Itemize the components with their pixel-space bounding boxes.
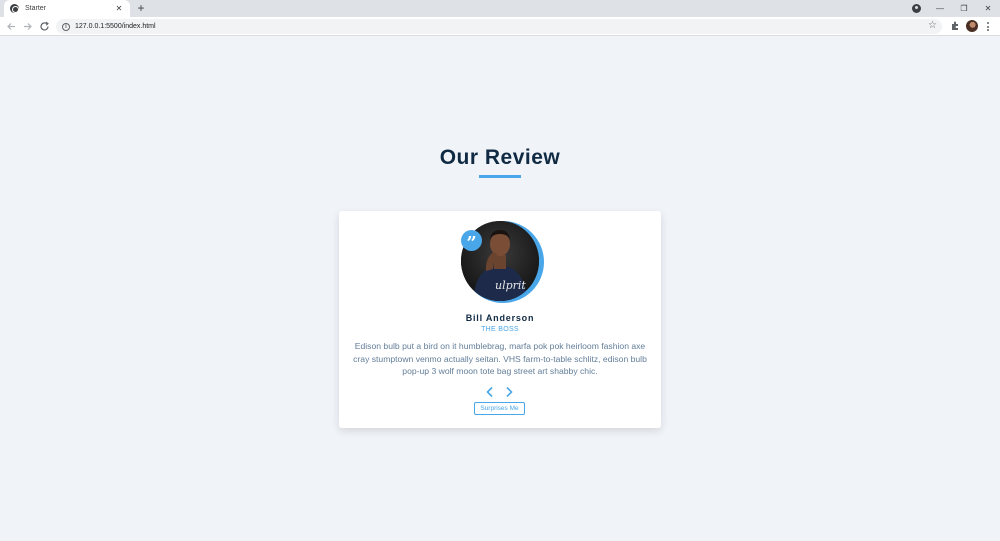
- title-underline: [479, 175, 521, 178]
- section-title: Our Review: [439, 146, 561, 169]
- window-close-button[interactable]: ✕: [976, 0, 1000, 17]
- reload-icon: [40, 21, 49, 31]
- profile-icon[interactable]: [912, 4, 921, 13]
- next-button[interactable]: [504, 385, 514, 398]
- restore-button[interactable]: ❐: [952, 0, 976, 17]
- author-name: Bill Anderson: [465, 313, 535, 323]
- url-text: 127.0.0.1:5500/index.html: [75, 23, 156, 30]
- chevron-right-icon: [506, 386, 513, 398]
- surprise-me-button[interactable]: Surprises Me: [474, 402, 525, 415]
- browser-tabstrip: Starter ✕ + — ❐ ✕: [0, 0, 1000, 17]
- review-card: ulprit ” Bill Anderson THE BOSS Edison b…: [339, 211, 661, 428]
- page-content: Our Review ulprit ” Bill Anderson THE BO…: [0, 36, 1000, 541]
- globe-icon: [10, 4, 19, 13]
- browser-toolbar: i 127.0.0.1:5500/index.html ☆: [0, 17, 1000, 36]
- minimize-button[interactable]: —: [928, 0, 952, 17]
- new-tab-button[interactable]: +: [135, 2, 147, 14]
- profile-avatar[interactable]: [966, 20, 978, 32]
- chevron-left-icon: [486, 386, 493, 398]
- forward-button[interactable]: [21, 20, 34, 33]
- author-job: THE BOSS: [481, 326, 519, 333]
- back-button[interactable]: [5, 20, 18, 33]
- address-bar[interactable]: i 127.0.0.1:5500/index.html ☆: [56, 19, 942, 34]
- browser-menu-icon[interactable]: [985, 20, 991, 33]
- tab-title: Starter: [25, 5, 47, 12]
- review-text: Edison bulb put a bird on it humblebrag,…: [353, 341, 647, 376]
- shirt-text: ulprit: [495, 279, 526, 292]
- browser-tab[interactable]: Starter ✕: [4, 0, 130, 17]
- site-info-icon[interactable]: i: [62, 22, 70, 31]
- prev-button[interactable]: [485, 385, 495, 398]
- tab-close-icon[interactable]: ✕: [114, 4, 124, 14]
- quote-icon: ”: [461, 230, 482, 254]
- extensions-icon[interactable]: [950, 21, 960, 31]
- arrow-left-icon: [7, 23, 15, 30]
- reload-button[interactable]: [38, 20, 51, 33]
- arrow-right-icon: [24, 23, 32, 30]
- bookmark-star-icon[interactable]: ☆: [928, 20, 937, 32]
